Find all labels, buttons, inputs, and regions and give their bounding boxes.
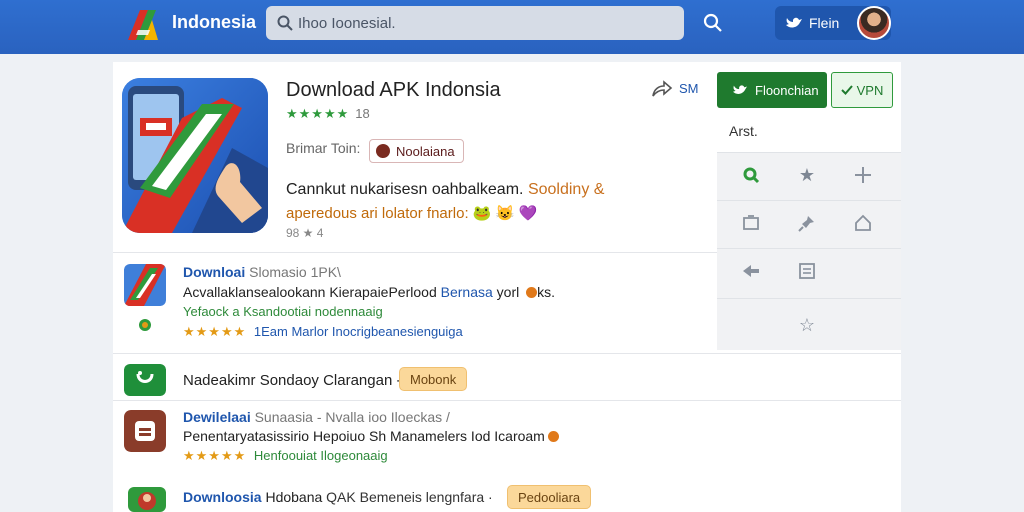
search-button-icon[interactable] xyxy=(702,12,724,34)
list-title-dark: Hdobana xyxy=(265,489,323,505)
app-rating: ★★★★★ 18 xyxy=(286,106,370,122)
edit-icon[interactable] xyxy=(779,248,835,294)
app-description-line2: aperedous ari lolator fnarlo: 🐸 😺 💜 xyxy=(286,205,538,222)
user-avatar[interactable] xyxy=(857,6,891,40)
desc-part: yorl xyxy=(496,284,520,300)
search-input[interactable] xyxy=(298,13,658,33)
search-bar[interactable] xyxy=(266,6,684,40)
rating-stars: ★★★★★ xyxy=(286,106,350,121)
app-list-icon xyxy=(124,264,166,306)
side-panel-title: Arst. xyxy=(729,123,758,139)
divider xyxy=(113,252,717,253)
brand-name[interactable]: Indonesia xyxy=(172,12,256,33)
pin-icon[interactable] xyxy=(779,200,835,246)
desc-part: ks. xyxy=(537,284,556,300)
rating-count: 18 xyxy=(355,106,370,121)
developer-chip[interactable]: Noolaiana xyxy=(369,139,464,163)
list-item-title: Downloosia Hdobana QAK Bemeneis lengnfar… xyxy=(183,489,493,505)
desc-part: Acvallaklansealookann Kierapaie xyxy=(183,284,389,300)
shield-icon xyxy=(139,319,151,331)
developer-label: Brimar Toin: xyxy=(286,140,361,156)
rating-text: Henfoouiat Ilogeonaaig xyxy=(253,448,388,463)
desc-part-blue: Bernasa xyxy=(440,284,493,300)
list-item-rating: ★★★★★ 1Eam Marlor Inocrigbeanesienguiga xyxy=(183,324,463,340)
list-item-rating: ★★★★★ Henfoouiat Ilogeonaaig xyxy=(183,448,388,464)
badge-icon xyxy=(547,431,559,442)
desc-part: Perlood xyxy=(388,284,437,300)
bird-icon xyxy=(733,85,747,94)
list-item-tag[interactable]: Mobonk xyxy=(399,367,468,391)
list-item-title: Nadeakimr Sondaoy Clarangan - xyxy=(183,372,402,389)
developer-chip-label: Noolaiana xyxy=(396,143,455,159)
badge-icon xyxy=(526,287,538,298)
signin-label: Flein xyxy=(809,15,840,31)
divider xyxy=(717,298,901,299)
vpn-label: VPN xyxy=(856,82,884,98)
vpn-button[interactable]: VPN xyxy=(831,72,893,108)
list-title-text: Downloai xyxy=(183,264,246,280)
list-item-description: Acvallaklansealookann KierapaiePerlood B… xyxy=(183,284,555,300)
list-title-sub: QAK Bemeneis lengnfara · xyxy=(326,489,493,505)
desc-part: Penentaryatasissirio Hepoiuo Sh Manamele… xyxy=(183,428,545,444)
star-outline-icon[interactable]: ☆ xyxy=(779,302,835,348)
chat-app-icon xyxy=(124,364,166,396)
list-item-title: Dewilelaai Sunaasia - Nvalla ioo Iloecka… xyxy=(183,409,450,425)
check-icon xyxy=(840,85,853,95)
list-item-tag[interactable]: Pedooliara xyxy=(507,485,592,509)
app-description-line1: Cannkut nukarisesn oahbalkeam. Sooldiny … xyxy=(286,181,604,199)
download-label: Floonchian xyxy=(755,82,819,98)
list-item-description: Penentaryatasissirio Hepoiuo Sh Manamele… xyxy=(183,428,559,444)
desc-line1-text: Cannkut nukarisesn oahbalkeam. xyxy=(286,181,524,198)
search-icon[interactable] xyxy=(723,152,779,198)
star-icon[interactable]: ★ xyxy=(779,152,835,198)
square-icon[interactable] xyxy=(723,200,779,246)
search-icon xyxy=(277,15,293,31)
app-meta: 98 ★ 4 xyxy=(286,226,324,240)
developer-avatar-icon xyxy=(376,144,390,158)
share-label[interactable]: SM xyxy=(679,81,699,96)
list-item-tagline: Yefaock a Ksandootiai nodennaaig xyxy=(183,304,383,319)
top-bar: Indonesia Flein xyxy=(0,0,1024,54)
list-title-text: Downloosia xyxy=(183,489,262,505)
app-list-icon xyxy=(128,487,166,512)
list-title-sub: Slomasio 1PK\ xyxy=(249,264,341,280)
rating-text: 1Eam Marlor Inocrigbeanesienguiga xyxy=(253,324,463,339)
rating-stars: ★★★★★ xyxy=(183,448,247,463)
app-list-icon xyxy=(124,410,166,452)
share-icon[interactable] xyxy=(651,80,673,98)
list-title-text: Dewilelaai xyxy=(183,409,251,425)
app-logo-icon[interactable] xyxy=(124,6,162,44)
app-icon-graphic xyxy=(122,78,268,233)
plus-icon[interactable] xyxy=(835,152,891,198)
app-icon xyxy=(122,78,268,233)
download-button[interactable]: Floonchian xyxy=(717,72,827,108)
rating-stars: ★★★★★ xyxy=(183,324,247,339)
divider xyxy=(113,353,901,354)
list-title-sub: Sunaasia - Nvalla ioo Iloeckas / xyxy=(254,409,450,425)
side-panel: ★ ☆ xyxy=(717,152,901,350)
list-item-title: Downloai Slomasio 1PK\ xyxy=(183,264,341,280)
bird-icon xyxy=(786,17,802,28)
desc-line1-highlight: Sooldiny & xyxy=(527,181,605,198)
home-icon[interactable] xyxy=(835,200,891,246)
arrow-left-icon[interactable] xyxy=(723,248,779,294)
app-title: Download APK Indonsia xyxy=(286,79,501,101)
divider xyxy=(113,400,901,401)
